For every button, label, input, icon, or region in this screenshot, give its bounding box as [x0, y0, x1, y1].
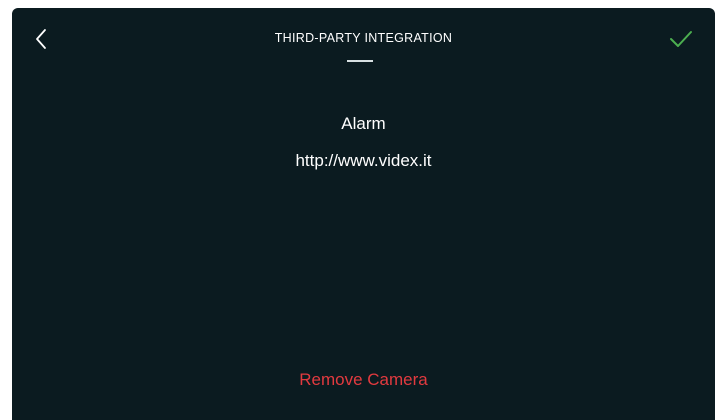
page-title: THIRD-PARTY INTEGRATION	[274, 31, 453, 45]
integration-name: Alarm	[341, 114, 386, 133]
integration-url: http://www.videx.it	[295, 151, 432, 170]
checkmark-icon	[670, 31, 692, 47]
remove-camera-button[interactable]: Remove Camera	[12, 370, 715, 390]
integration-screen: THIRD-PARTY INTEGRATION Alarm http://www…	[12, 8, 715, 420]
title-underline	[347, 60, 373, 62]
confirm-button[interactable]	[667, 26, 695, 52]
